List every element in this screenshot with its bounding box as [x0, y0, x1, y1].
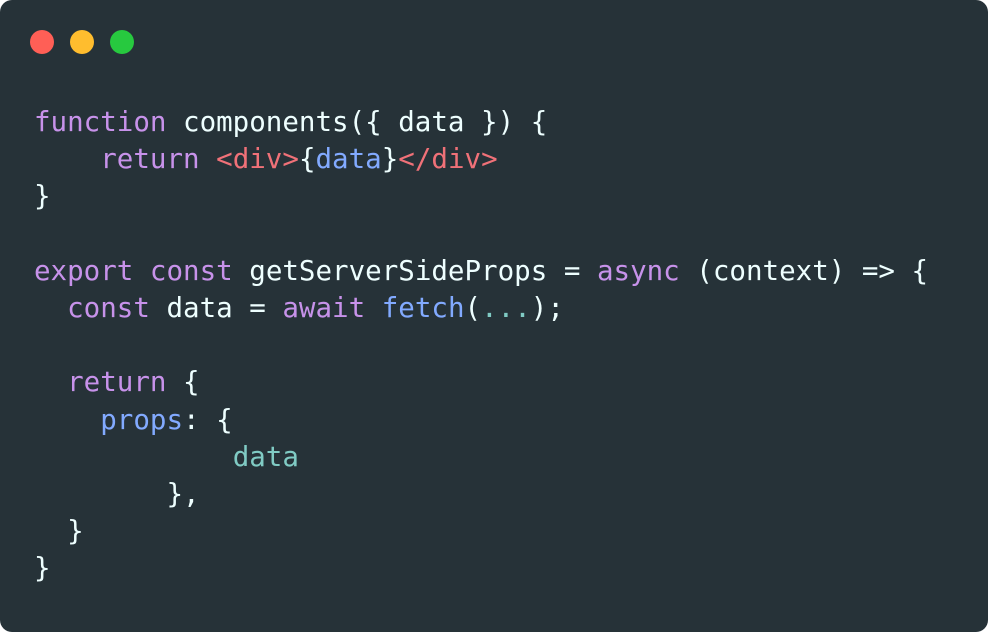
code-token: props — [100, 403, 184, 436]
code-token: const — [149, 254, 233, 287]
minimize-dot-icon[interactable] — [70, 30, 94, 54]
code-token: ( — [464, 291, 482, 324]
code-line: export const getServerSideProps = async … — [34, 253, 928, 290]
code-token: return — [100, 143, 200, 176]
code-token: async — [596, 254, 680, 287]
code-line: } — [34, 513, 928, 550]
close-dot-icon[interactable] — [30, 30, 54, 54]
code-line: }, — [34, 476, 928, 513]
code-line: } — [34, 550, 928, 587]
code-line: function components({ data }) { — [34, 104, 928, 141]
code-window: function components({ data }) { return <… — [0, 0, 988, 632]
code-line: props: { — [34, 402, 928, 439]
code-token: } — [34, 180, 51, 213]
code-token: getServerSideProps = — [232, 254, 597, 287]
code-line: const data = await fetch(...); — [34, 290, 928, 327]
code-token: export — [34, 254, 134, 287]
code-token: ); — [530, 291, 564, 324]
code-token: </div> — [398, 143, 498, 176]
code-line: return <div>{data}</div> — [34, 141, 928, 178]
code-token: await — [282, 291, 366, 324]
code-token: } — [34, 515, 84, 548]
code-token: { — [298, 143, 316, 176]
window-controls — [30, 30, 134, 54]
code-token: }, — [34, 477, 200, 510]
code-token: const — [67, 291, 150, 324]
code-token: data — [232, 440, 299, 473]
code-token: : { — [183, 403, 233, 436]
code-block: function components({ data }) { return <… — [34, 104, 928, 587]
code-token: data = — [149, 291, 283, 324]
code-token: { — [166, 366, 200, 399]
code-token: function — [34, 106, 167, 138]
code-token: } — [381, 143, 399, 176]
code-token: } — [34, 552, 51, 585]
code-token: data — [315, 143, 382, 176]
code-token: return — [67, 366, 167, 399]
code-line: return { — [34, 364, 928, 401]
code-token: ... — [481, 291, 531, 324]
code-line: data — [34, 439, 928, 476]
code-line: } — [34, 178, 928, 215]
code-token: (context) => { — [679, 254, 929, 287]
code-token: fetch — [381, 291, 465, 324]
code-token: components({ data }) { — [166, 106, 548, 138]
code-token: <div> — [216, 143, 299, 176]
maximize-dot-icon[interactable] — [110, 30, 134, 54]
